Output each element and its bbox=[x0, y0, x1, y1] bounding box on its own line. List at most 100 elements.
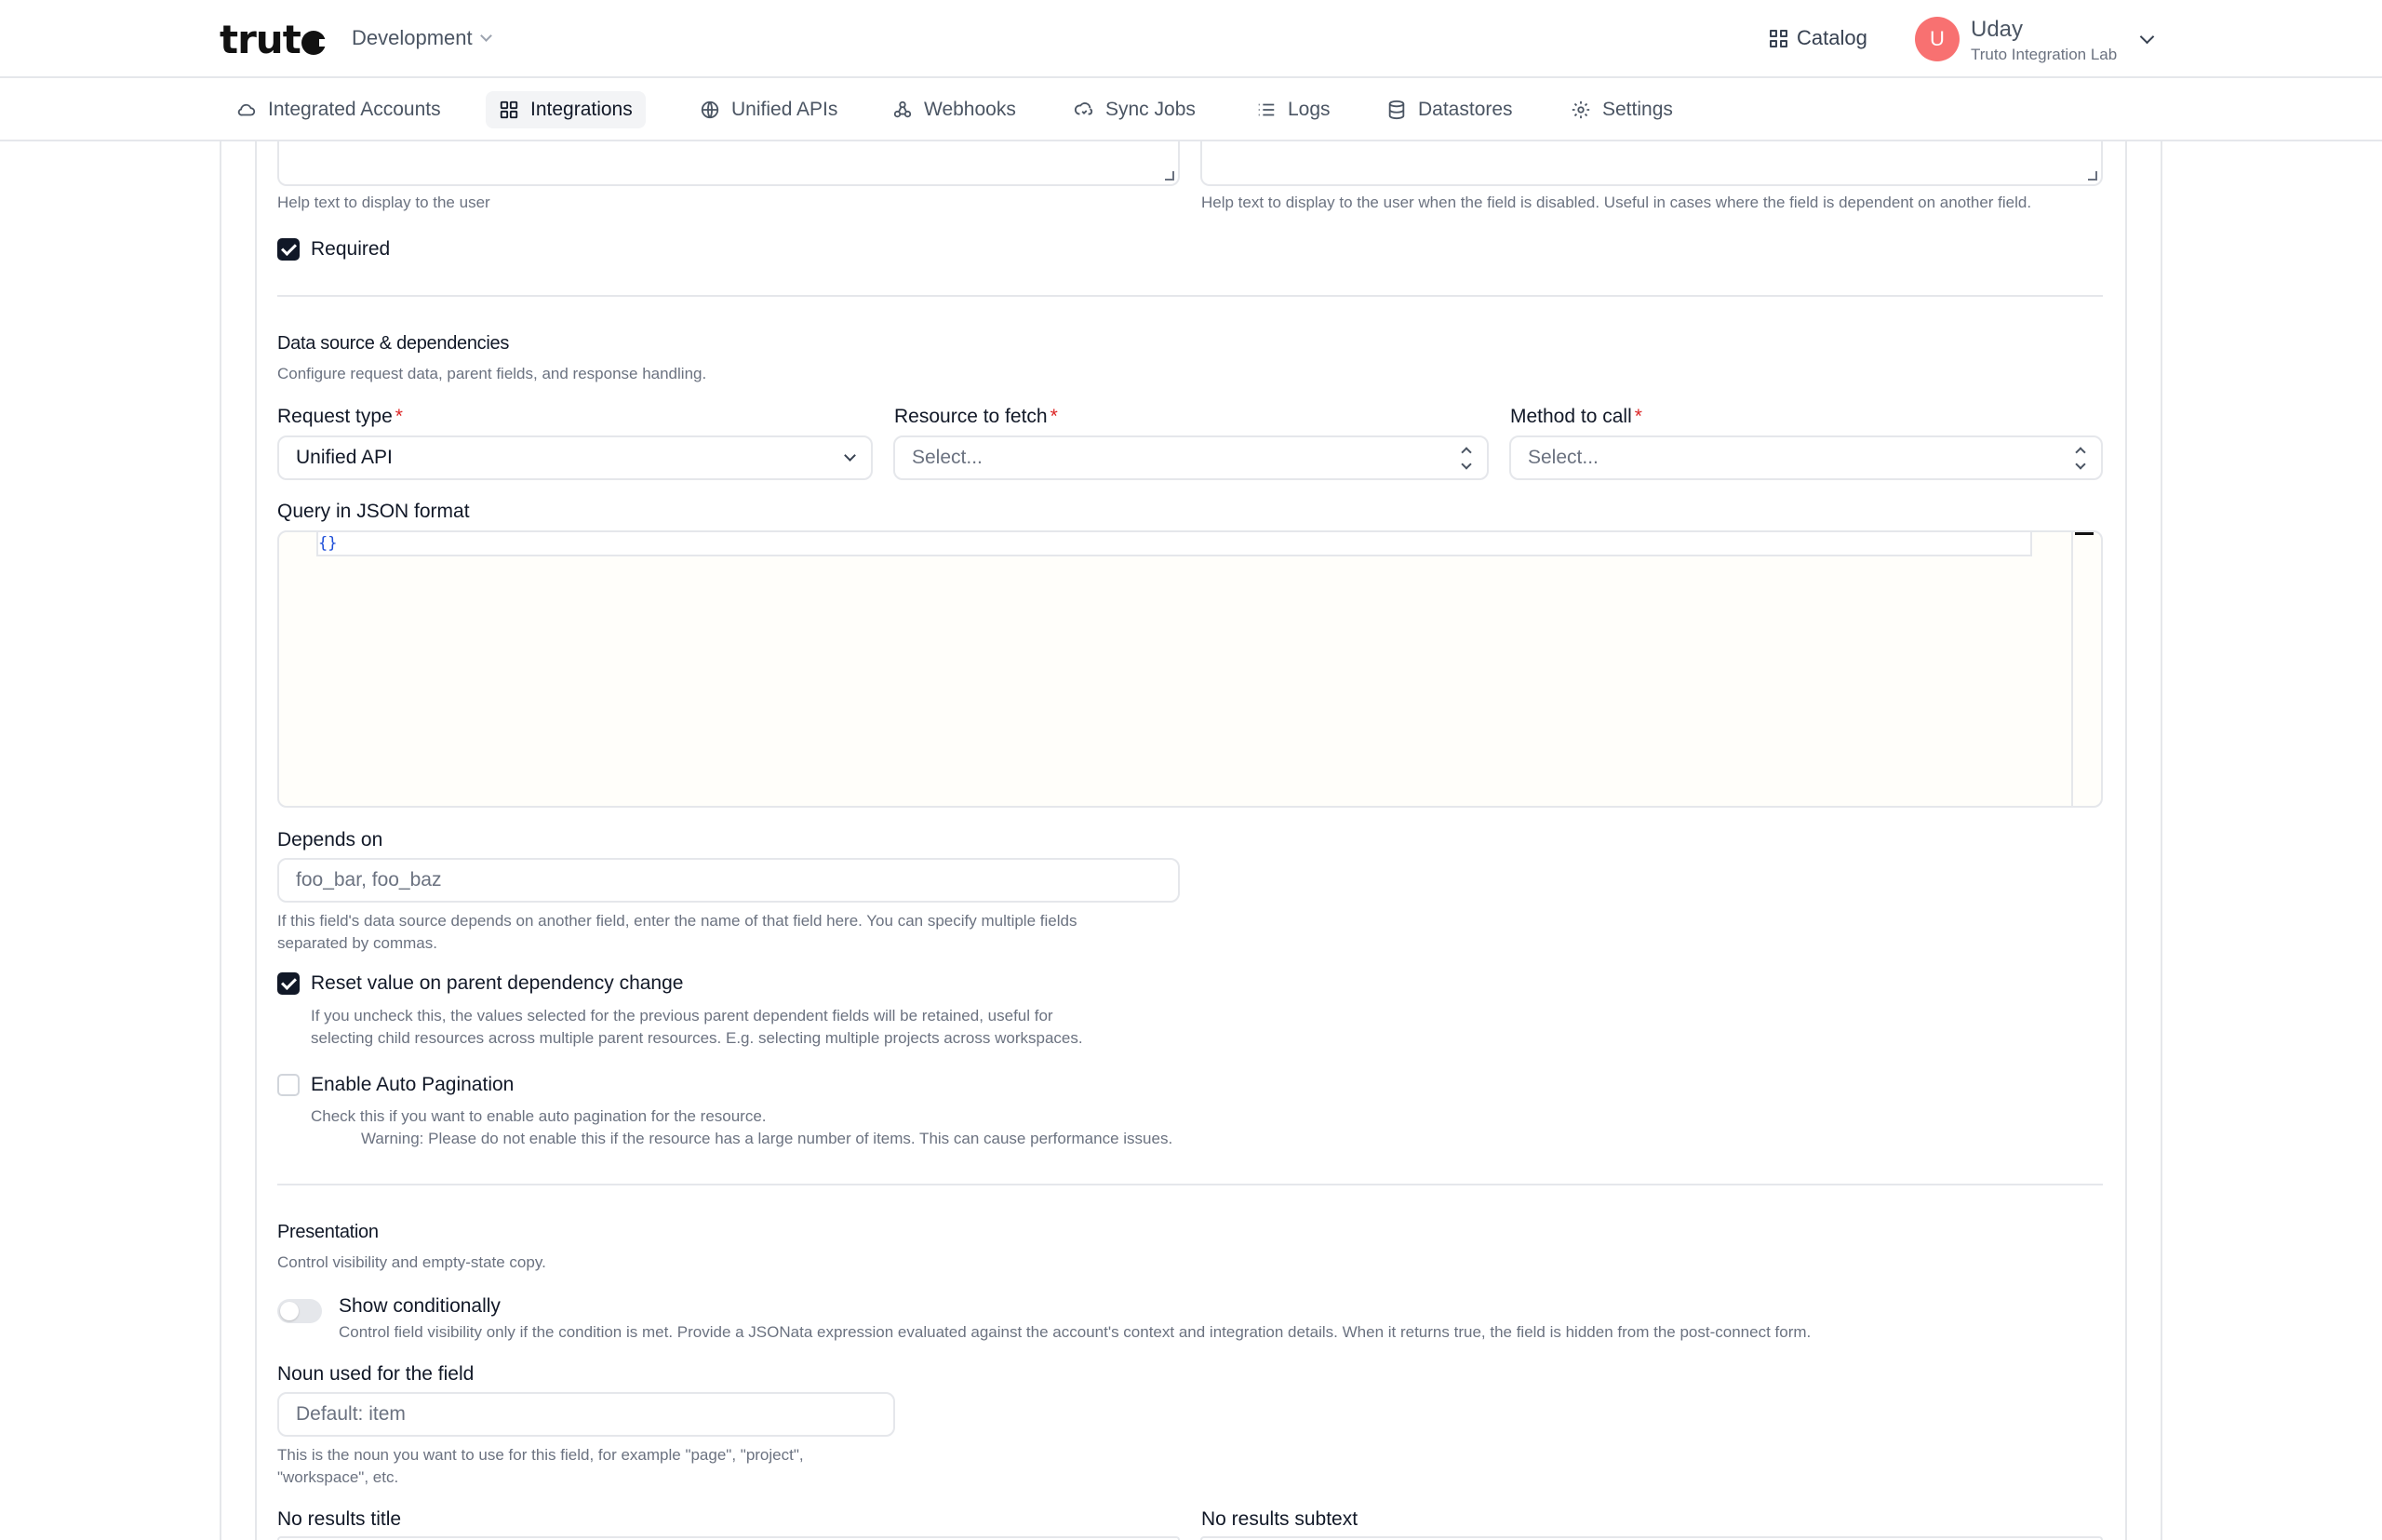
list-icon bbox=[1256, 100, 1277, 120]
no-results-subtext-input[interactable] bbox=[1200, 1536, 2103, 1540]
grid-icon bbox=[1770, 29, 1787, 47]
chevrons-up-down-icon bbox=[2075, 446, 2086, 470]
nav-webhooks[interactable]: Webhooks bbox=[879, 91, 1029, 128]
webhook-icon bbox=[892, 100, 913, 120]
depends-on-label: Depends on bbox=[277, 829, 383, 850]
noun-help-line: This is the noun you want to use for thi… bbox=[277, 1446, 804, 1464]
nav-datastores[interactable]: Datastores bbox=[1373, 91, 1526, 128]
nav-unified-apis[interactable]: Unified APIs bbox=[687, 91, 850, 128]
required-marker: * bbox=[1634, 406, 1642, 427]
grid-icon bbox=[499, 100, 519, 120]
resource-label-text: Resource to fetch bbox=[894, 406, 1048, 427]
reset-help: If you uncheck this, the values selected… bbox=[311, 1005, 1083, 1050]
nav-integrations[interactable]: Integrations bbox=[486, 91, 646, 128]
editor-scrollbar[interactable] bbox=[2071, 532, 2073, 806]
globe-icon bbox=[700, 100, 720, 120]
noun-input[interactable]: Default: item bbox=[277, 1392, 895, 1437]
pagination-checkbox[interactable] bbox=[277, 1074, 300, 1096]
chevron-down-icon bbox=[844, 449, 856, 462]
section-subtitle-presentation: Control visibility and empty-state copy. bbox=[277, 1253, 546, 1271]
database-icon bbox=[1386, 100, 1407, 120]
no-results-title-input[interactable] bbox=[277, 1536, 1180, 1540]
nav-integrated-accounts[interactable]: Integrated Accounts bbox=[223, 91, 454, 128]
nav-label: Logs bbox=[1288, 99, 1331, 120]
request-type-select[interactable]: Unified API bbox=[277, 435, 873, 480]
section-title-data-source: Data source & dependencies bbox=[277, 333, 510, 354]
resize-grip-icon[interactable] bbox=[2088, 171, 2097, 181]
query-label: Query in JSON format bbox=[277, 501, 470, 522]
required-label: Required bbox=[311, 238, 391, 260]
page-border-left bbox=[220, 141, 221, 1540]
depends-on-help-line: If this field's data source depends on a… bbox=[277, 912, 1077, 930]
cloud-icon bbox=[236, 100, 257, 120]
request-type-label: Request type * bbox=[277, 406, 403, 428]
resize-grip-icon[interactable] bbox=[1165, 171, 1174, 181]
top-bar: trutotrut Development Catalog U Uday Tru… bbox=[0, 0, 2382, 78]
gear-icon bbox=[1571, 100, 1591, 120]
pagination-warning-line: Warning: Please do not enable this if th… bbox=[361, 1130, 1173, 1147]
reset-help-line: selecting child resources across multipl… bbox=[311, 1029, 1083, 1047]
pagination-label: Enable Auto Pagination bbox=[311, 1074, 515, 1095]
show-conditionally-help: Control field visibility only if the con… bbox=[339, 1323, 1812, 1341]
required-checkbox[interactable] bbox=[277, 238, 300, 261]
reset-help-line: If you uncheck this, the values selected… bbox=[311, 1007, 1053, 1024]
noun-placeholder: Default: item bbox=[296, 1403, 406, 1425]
nav-label: Datastores bbox=[1418, 99, 1513, 120]
main-nav: Integrated Accounts Integrations Unified… bbox=[0, 78, 2382, 141]
depends-on-input[interactable]: foo_bar, foo_baz bbox=[277, 858, 1180, 903]
help-text-textarea[interactable] bbox=[277, 141, 1180, 186]
avatar[interactable]: U bbox=[1915, 17, 1960, 61]
nav-logs[interactable]: Logs bbox=[1243, 91, 1344, 128]
json-query-editor[interactable]: {} bbox=[277, 530, 2103, 808]
disabled-help-text-hint: Help text to display to the user when th… bbox=[1201, 194, 2032, 211]
catalog-button[interactable]: Catalog bbox=[1770, 26, 1867, 50]
nav-label: Sync Jobs bbox=[1105, 99, 1196, 120]
required-marker: * bbox=[395, 406, 403, 427]
chevron-down-icon bbox=[479, 30, 492, 42]
editor-scroll-thumb[interactable] bbox=[2075, 532, 2094, 535]
resource-select[interactable]: Select... bbox=[893, 435, 1489, 480]
no-results-title-label: No results title bbox=[277, 1508, 402, 1530]
catalog-label: Catalog bbox=[1797, 26, 1867, 49]
required-marker: * bbox=[1050, 406, 1058, 427]
reset-label: Reset value on parent dependency change bbox=[311, 972, 684, 994]
nav-label: Webhooks bbox=[924, 99, 1016, 120]
nav-label: Unified APIs bbox=[731, 99, 838, 120]
show-conditionally-label: Show conditionally bbox=[339, 1295, 501, 1317]
user-menu-chevron-icon[interactable] bbox=[2139, 29, 2155, 45]
chevrons-up-down-icon bbox=[1461, 446, 1472, 470]
user-name[interactable]: Uday bbox=[1971, 17, 2023, 43]
section-subtitle-data-source: Configure request data, parent fields, a… bbox=[277, 365, 707, 382]
help-text-hint: Help text to display to the user bbox=[277, 194, 490, 211]
resource-label: Resource to fetch * bbox=[894, 406, 1058, 428]
noun-label: Noun used for the field bbox=[277, 1363, 475, 1385]
method-placeholder: Select... bbox=[1528, 447, 1599, 468]
depends-on-placeholder: foo_bar, foo_baz bbox=[296, 869, 442, 891]
pagination-help-line: Check this if you want to enable auto pa… bbox=[311, 1107, 767, 1125]
method-label: Method to call * bbox=[1510, 406, 1642, 428]
disabled-help-text-textarea[interactable] bbox=[1200, 141, 2103, 186]
pagination-row: Enable Auto Pagination bbox=[277, 1074, 514, 1096]
show-conditionally-toggle[interactable] bbox=[277, 1299, 322, 1323]
noun-help: This is the noun you want to use for thi… bbox=[277, 1444, 804, 1489]
depends-on-help-line: separated by commas. bbox=[277, 934, 437, 952]
environment-label: Development bbox=[352, 26, 473, 49]
nav-label: Integrations bbox=[530, 99, 633, 120]
nav-sync-jobs[interactable]: Sync Jobs bbox=[1061, 91, 1209, 128]
nav-settings[interactable]: Settings bbox=[1558, 91, 1686, 128]
reset-checkbox[interactable] bbox=[277, 972, 300, 995]
truto-logo[interactable]: trutotrut bbox=[220, 17, 328, 62]
noun-help-line: "workspace", etc. bbox=[277, 1468, 399, 1486]
method-label-text: Method to call bbox=[1510, 406, 1632, 427]
sync-icon bbox=[1074, 100, 1094, 120]
request-type-label-text: Request type bbox=[277, 406, 393, 427]
reset-row: Reset value on parent dependency change bbox=[277, 972, 683, 995]
query-code[interactable]: {} bbox=[318, 534, 337, 553]
method-select[interactable]: Select... bbox=[1509, 435, 2103, 480]
no-results-subtext-label: No results subtext bbox=[1201, 1508, 1358, 1530]
pagination-help: Check this if you want to enable auto pa… bbox=[311, 1105, 1172, 1150]
resource-placeholder: Select... bbox=[912, 447, 983, 468]
user-org: Truto Integration Lab bbox=[1971, 46, 2118, 63]
request-type-value: Unified API bbox=[296, 447, 393, 468]
environment-switcher[interactable]: Development bbox=[352, 26, 492, 50]
